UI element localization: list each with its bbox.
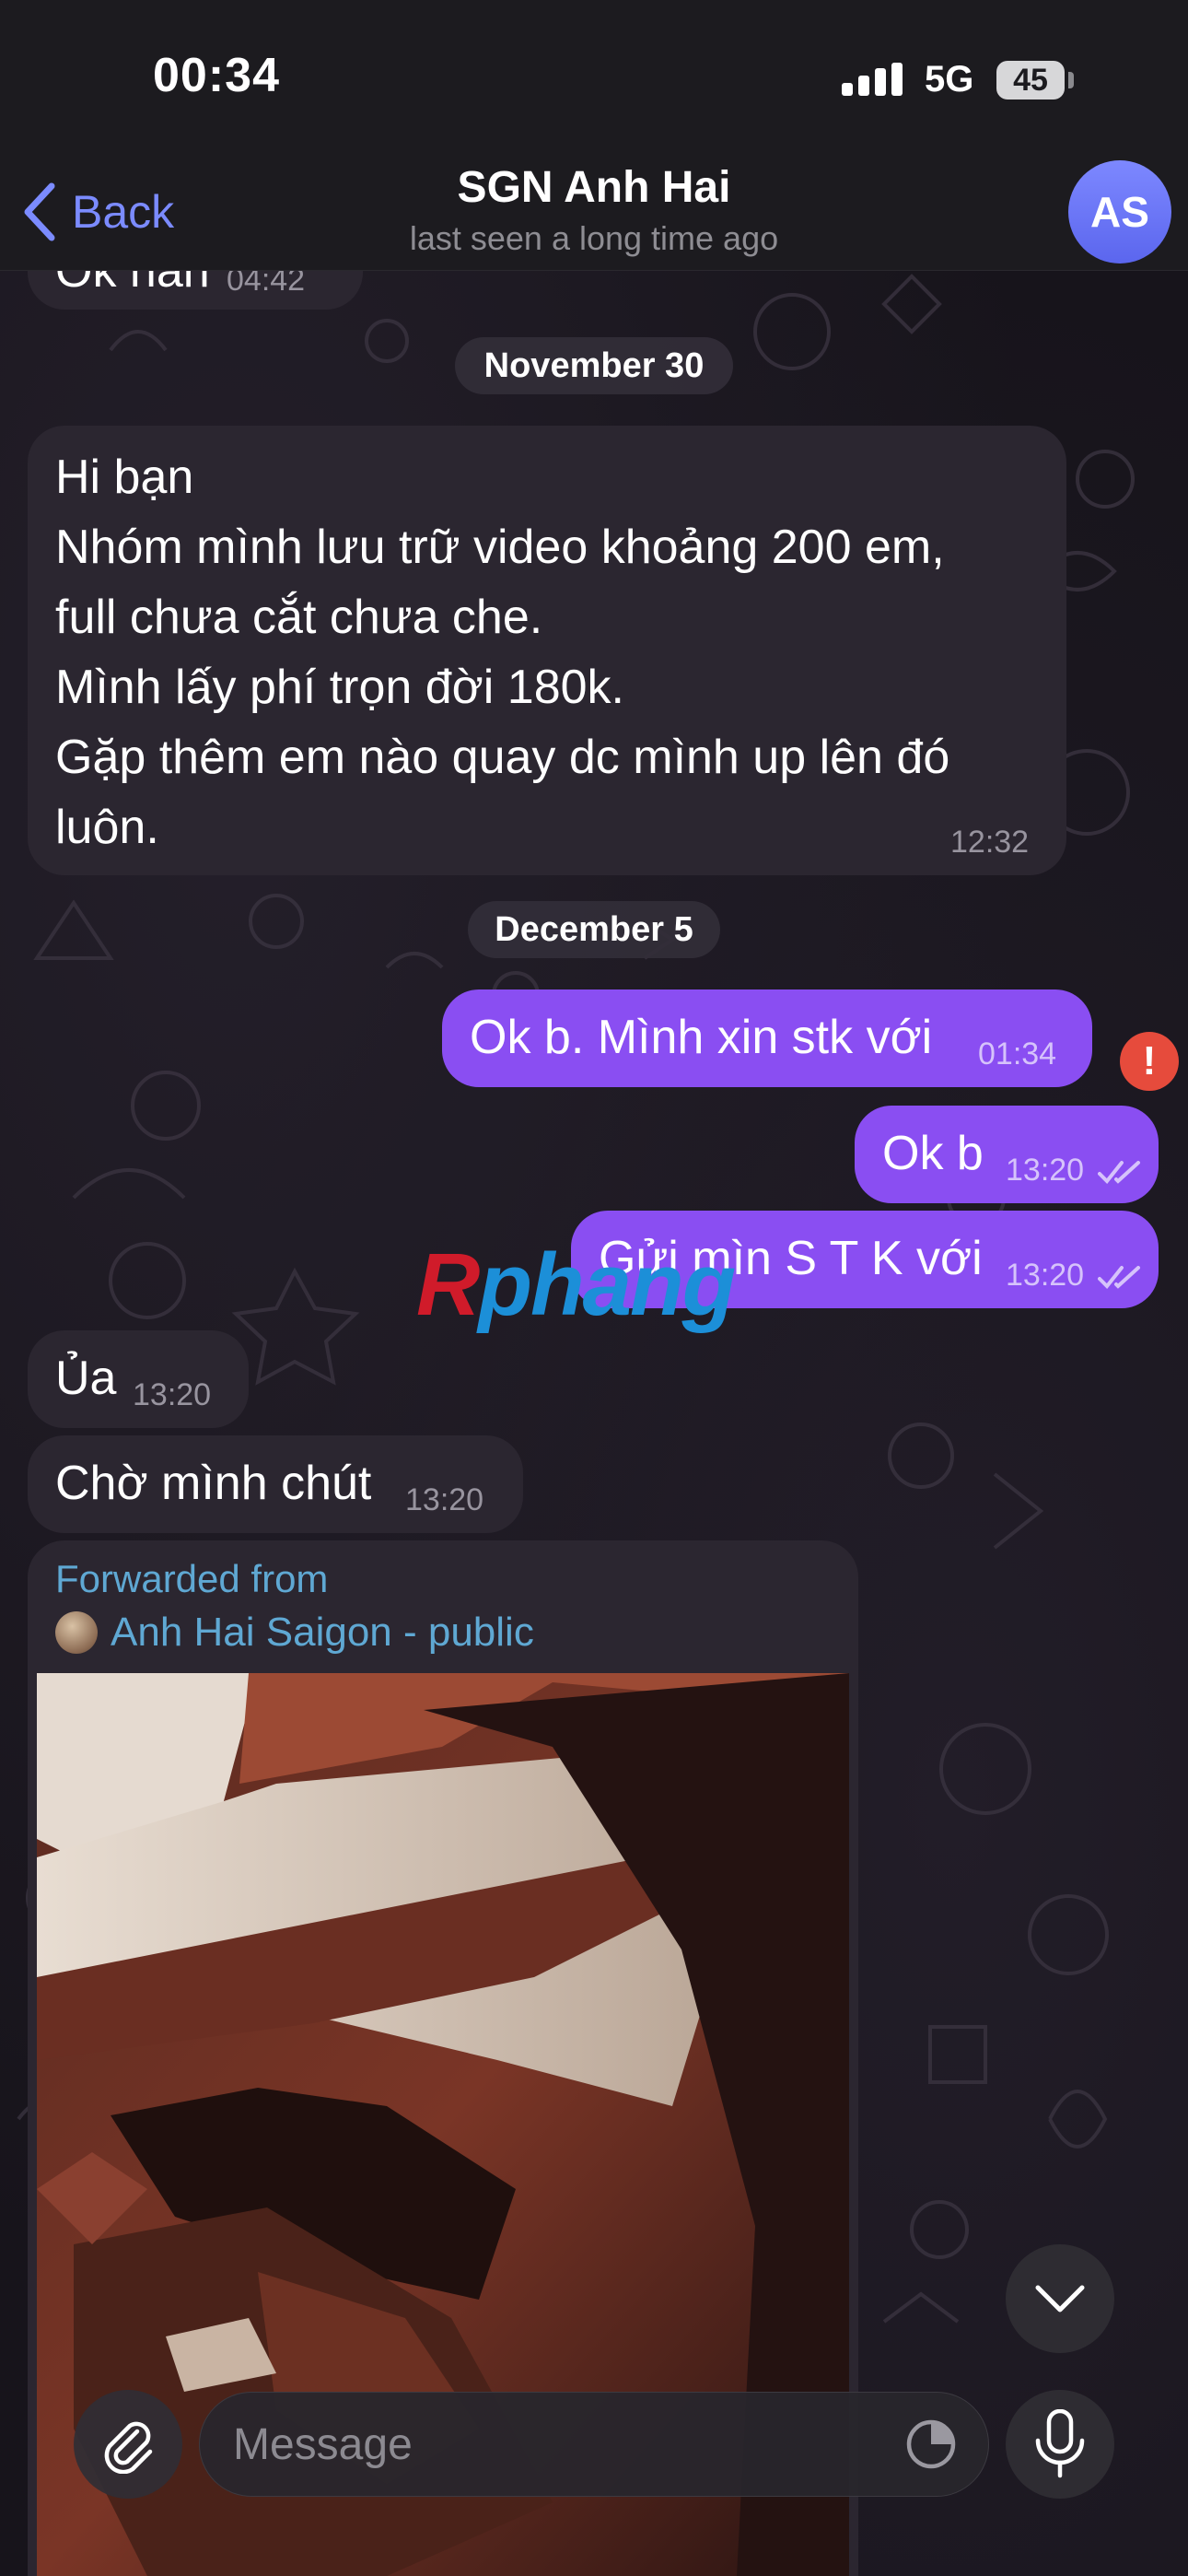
message-time: 01:34 [978, 1036, 1057, 1071]
chat-screen: 00:34 5G 45 Back SGN Anh Hai last seen a… [0, 0, 1188, 2576]
sticker-clock-icon[interactable] [902, 2415, 961, 2474]
battery-icon: 45 [996, 61, 1065, 100]
message-bubble-incoming[interactable]: Chờ mình chút 13:20 [28, 1435, 523, 1533]
signal-strength-icon [842, 63, 903, 96]
message-time: 13:20 [133, 1377, 212, 1412]
forward-source[interactable]: Anh Hai Saigon - public [55, 1607, 534, 1658]
message-time: 13:20 [405, 1482, 484, 1517]
message-time: 12:32 [950, 825, 1030, 860]
message-text: Ok b. Mình xin stk với [470, 1011, 933, 1064]
battery-cap [1068, 72, 1074, 88]
message-bubble-incoming[interactable]: Hi bạn Nhóm mình lưu trữ video khoảng 20… [28, 426, 1066, 875]
chat-title: SGN Anh Hai [457, 163, 731, 212]
message-text: Gửi mìn S T K với [599, 1232, 983, 1285]
chat-subtitle: last seen a long time ago [409, 219, 779, 257]
contact-avatar[interactable]: AS [1068, 160, 1171, 263]
paperclip-icon [104, 2421, 153, 2474]
message-time: 13:20 [1006, 1258, 1085, 1293]
message-input[interactable] [233, 2393, 878, 2496]
read-checkmarks-icon [1098, 1266, 1140, 1289]
message-input-container[interactable] [199, 2392, 989, 2497]
network-type-label: 5G [925, 59, 974, 100]
date-separator: November 30 [455, 337, 733, 394]
message-bubble-outgoing[interactable]: Ok b 13:20 [855, 1106, 1159, 1203]
message-bubble-outgoing[interactable]: Ok b. Mình xin stk với 01:34 [442, 989, 1092, 1087]
attach-button[interactable] [74, 2390, 182, 2499]
scroll-down-button[interactable] [1006, 2244, 1114, 2353]
chevron-down-icon [1035, 2285, 1085, 2313]
message-bubble-outgoing[interactable]: Gửi mìn S T K với 13:20 [571, 1211, 1159, 1308]
message-time: 13:20 [1006, 1153, 1085, 1188]
source-name: Anh Hai Saigon - public [111, 1610, 534, 1655]
message-text: Ok b [882, 1127, 984, 1180]
voice-record-button[interactable] [1006, 2390, 1114, 2499]
battery-level: 45 [1013, 62, 1048, 98]
read-checkmarks-icon [1098, 1161, 1140, 1184]
send-error-icon[interactable]: ! [1120, 1032, 1179, 1091]
status-time: 00:34 [153, 49, 280, 102]
date-separator: December 5 [468, 901, 720, 958]
chat-header: 00:34 5G 45 Back SGN Anh Hai last seen a… [0, 0, 1188, 271]
message-bubble-incoming[interactable]: Ủa 13:20 [28, 1330, 249, 1428]
microphone-icon [1035, 2409, 1085, 2478]
message-text: Ủa [55, 1352, 117, 1405]
forwarded-label: Forwarded from [55, 1557, 329, 1600]
message-text: Hi bạn Nhóm mình lưu trữ video khoảng 20… [55, 451, 950, 854]
source-avatar [55, 1611, 98, 1654]
message-text: Chờ mình chút [55, 1457, 372, 1510]
